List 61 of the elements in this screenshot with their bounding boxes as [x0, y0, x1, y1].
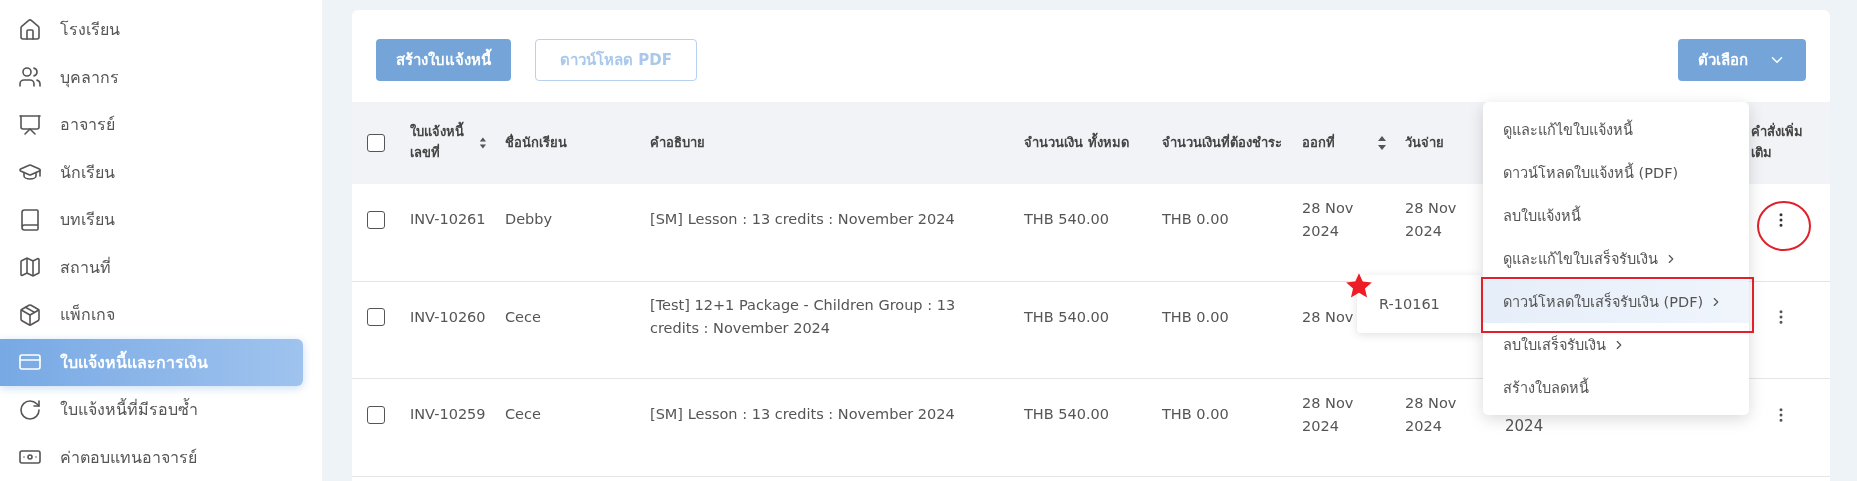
column-header: คำอธิบาย	[650, 133, 705, 152]
table-cell-text: Cece	[504, 405, 542, 425]
menu-item[interactable]: ลบใบเสร็จรับเงิน	[1483, 323, 1749, 366]
sidebar-item[interactable]: ค่าตอบแทนอาจารย์	[0, 433, 303, 481]
sidebar-item[interactable]: อาจารย์	[0, 101, 303, 149]
book-icon	[18, 207, 42, 232]
sort-icon[interactable]	[1377, 135, 1387, 151]
column-header: ชื่อนักเรียน	[505, 132, 567, 152]
menu-item[interactable]: สร้างใบลดหนี้	[1483, 366, 1749, 409]
sidebar-item[interactable]: โรงเรียน	[0, 6, 303, 54]
menu-item[interactable]: ดาวน์โหลดใบเสร็จรับเงิน (PDF)	[1483, 280, 1749, 323]
sort-icon[interactable]	[479, 135, 487, 151]
table-cell-text: 28 Nov 2024	[1301, 198, 1355, 241]
house-icon	[18, 17, 42, 42]
row-checkbox[interactable]	[367, 210, 385, 229]
sidebar-item[interactable]: ใบแจ้งหนี้ที่มีรอบซ้ำ	[0, 386, 303, 434]
table-cell-text: 28 Nov 2024	[1404, 198, 1458, 241]
table-cell-text: 2024	[1504, 416, 1545, 438]
table-cell-text: [Test] 12+1 Package - Children Group : 13 credits : November 2024	[649, 296, 957, 339]
table-cell-text: 28 Nov 2024	[1301, 393, 1355, 436]
refresh-icon	[18, 397, 42, 422]
star-annotation	[1345, 272, 1373, 300]
table-cell-text: 28 Nov 2024	[1404, 393, 1458, 436]
sidebar-item[interactable]: บทเรียน	[0, 196, 303, 244]
table-cell-text: THB 0.00	[1161, 307, 1230, 327]
table-cell-text: [SM] Lesson : 13 credits : November 2024	[649, 210, 956, 230]
table-cell-text: [SM] Lesson : 13 credits : November 2024	[649, 405, 956, 425]
sidebar-item[interactable]: สถานที่	[0, 243, 303, 291]
people-icon	[18, 65, 42, 90]
row-checkbox[interactable]	[367, 405, 385, 424]
row-checkbox[interactable]	[367, 308, 385, 327]
table-cell-text: Debby	[504, 210, 554, 230]
table-cell-text: THB 540.00	[1023, 405, 1111, 425]
column-header: จำนวนเงิน ทั้งหมด	[1024, 132, 1129, 152]
table-cell-text: 28 Nov	[1301, 307, 1355, 327]
circle-annotation	[1756, 200, 1812, 252]
teacher-icon	[18, 112, 42, 137]
column-header: วันจ่าย	[1405, 133, 1444, 152]
table-cell-text: INV-10259	[409, 405, 487, 425]
box-icon	[18, 302, 42, 327]
table-cell-text: INV-10260	[409, 307, 487, 327]
menu-item[interactable]: ลบใบแจ้งหนี้	[1483, 194, 1749, 237]
column-header: ใบแจ้งหนี้ เลขที่	[410, 122, 480, 164]
select-all-checkbox[interactable]	[367, 134, 385, 152]
table-cell-text: THB 540.00	[1023, 307, 1111, 327]
column-header: คำสั่งเพิ่มเติม	[1751, 122, 1804, 162]
menu-item[interactable]: ดูและแก้ไขใบแจ้งหนี้	[1483, 108, 1749, 151]
table-cell-text: THB 0.00	[1161, 405, 1230, 425]
table-cell-text: INV-10261	[409, 210, 487, 230]
table-cell-text: THB 0.00	[1161, 210, 1230, 230]
table-cell-text: THB 540.00	[1023, 210, 1111, 230]
column-header: ออกที่	[1302, 132, 1335, 152]
map-icon	[18, 255, 42, 280]
column-header: จำนวนเงินที่ต้องชำระ	[1162, 132, 1282, 152]
sidebar-item[interactable]: แพ็กเกจ	[0, 291, 303, 339]
menu-item[interactable]: ดูและแก้ไขใบเสร็จรับเงิน	[1483, 237, 1749, 280]
menu-item[interactable]: ดาวน์โหลดใบแจ้งหนี้ (PDF)	[1483, 151, 1749, 194]
receipt-menu-item[interactable]: R-10161	[1357, 296, 1440, 312]
table-cell-text: Cece	[504, 307, 542, 327]
sidebar-item[interactable]: นักเรียน	[0, 148, 303, 196]
sidebar-item[interactable]: บุคลากร	[0, 53, 303, 101]
